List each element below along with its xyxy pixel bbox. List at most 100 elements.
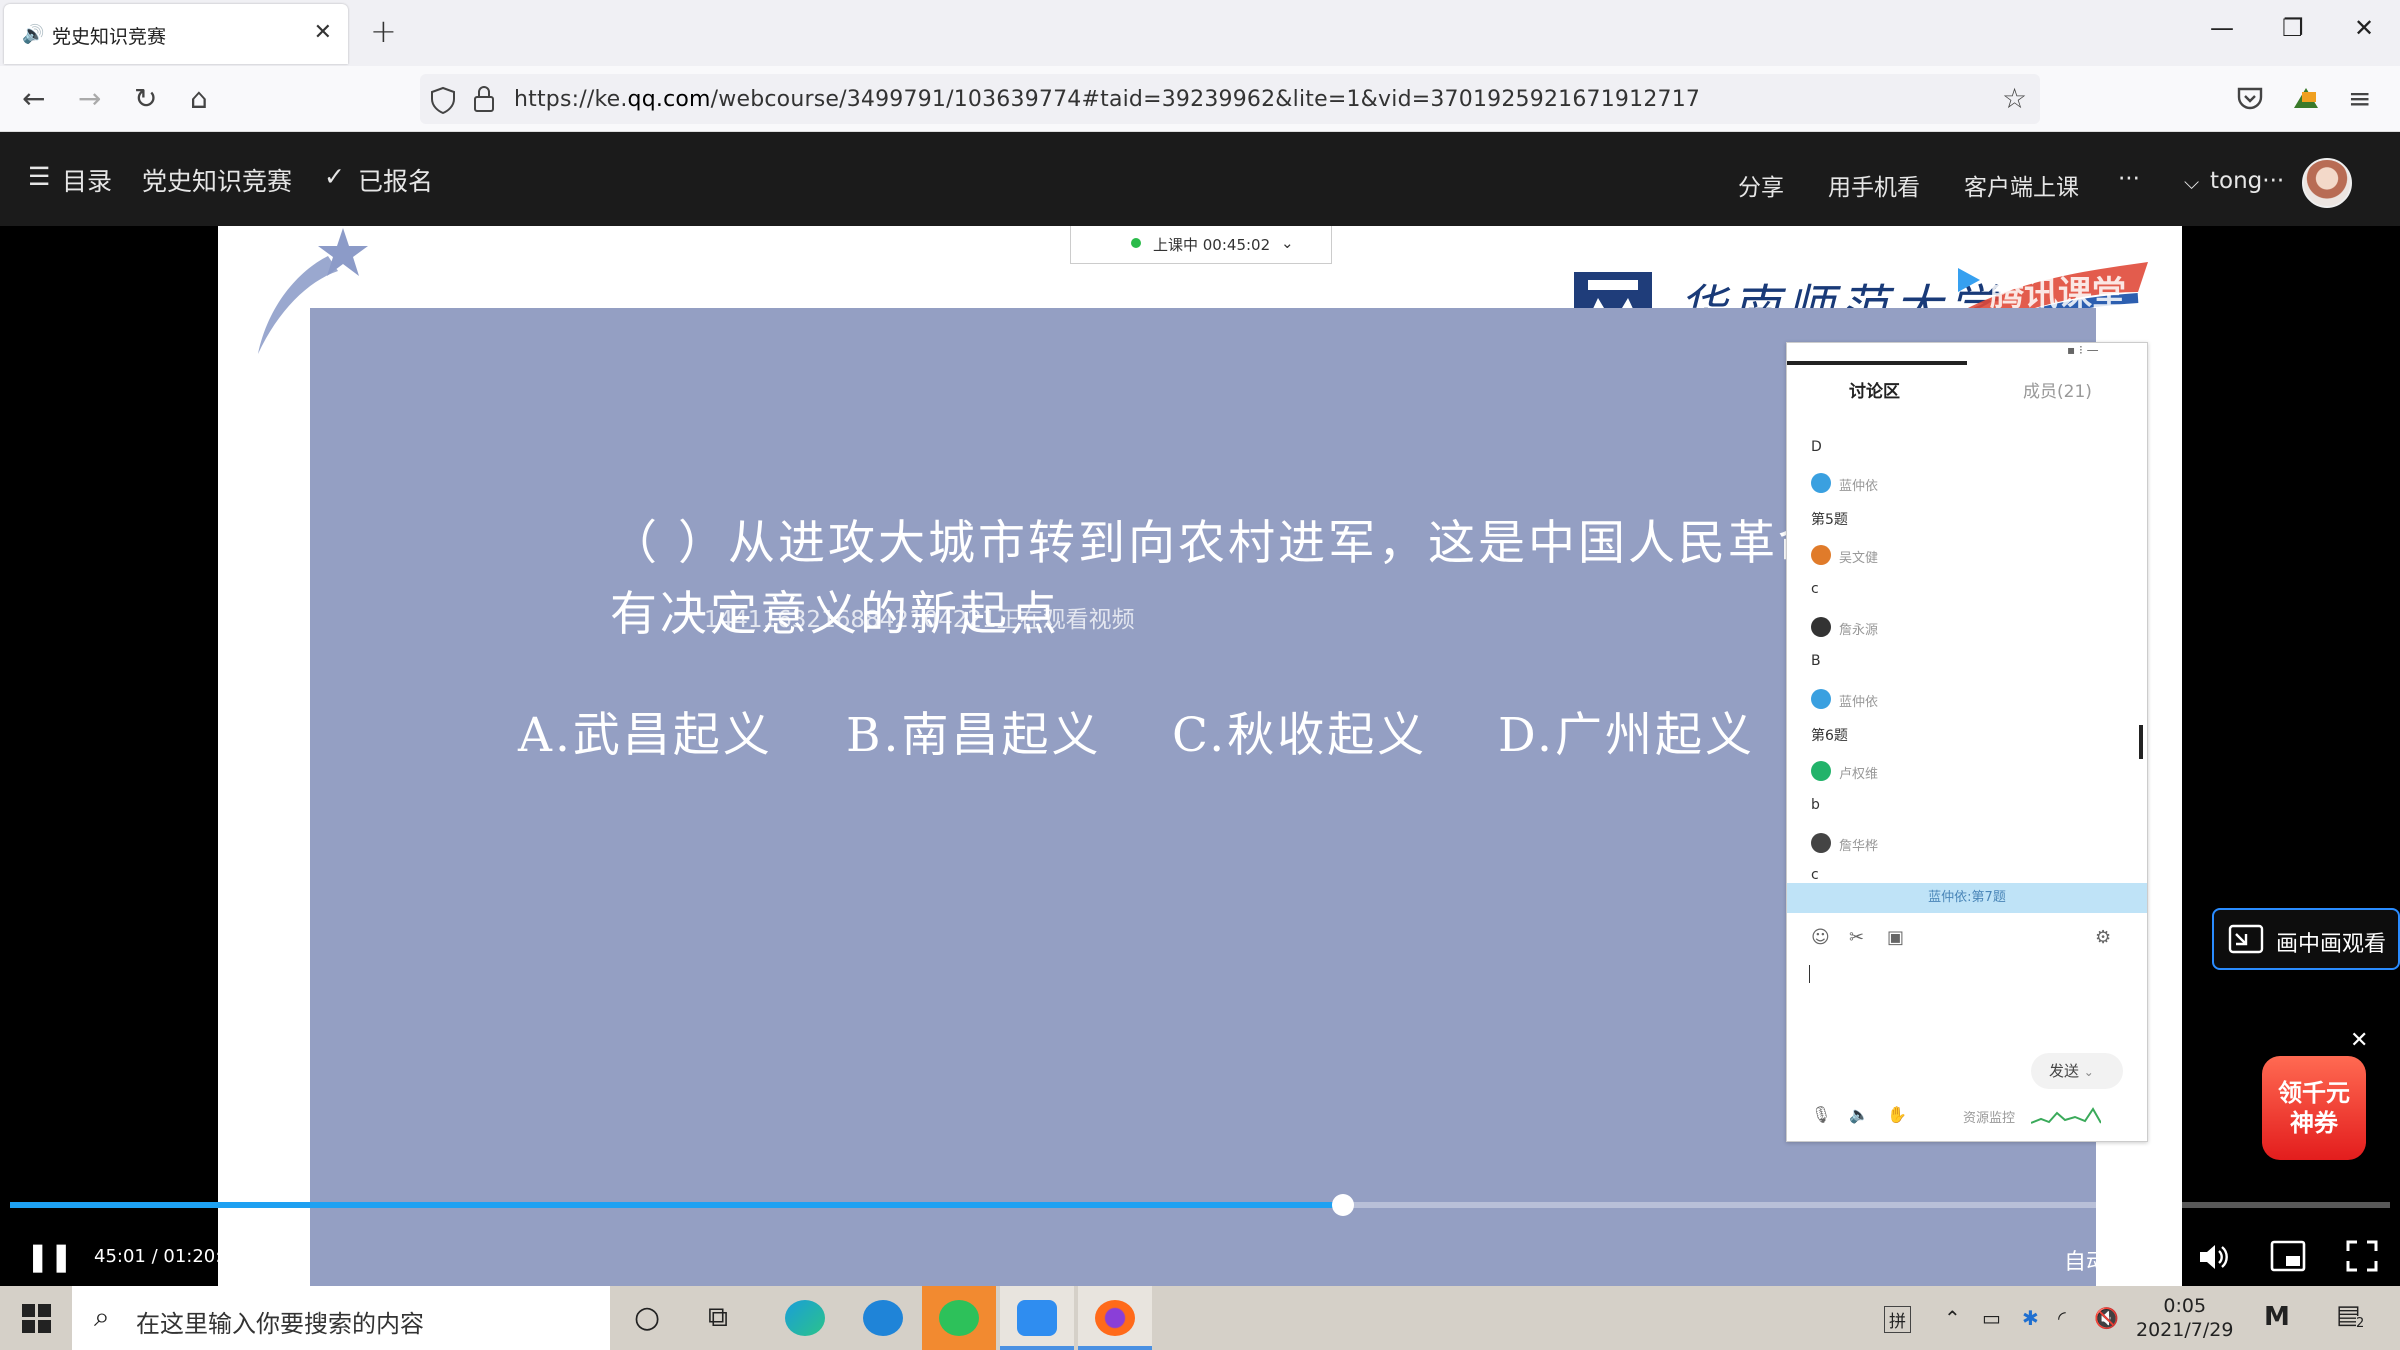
notification-count: 2 <box>2356 1316 2365 1331</box>
close-coupon-icon[interactable]: ✕ <box>2350 1028 2368 1053</box>
restore-icon[interactable]: ❐ <box>2282 14 2304 42</box>
close-window-icon[interactable]: ✕ <box>2354 14 2374 42</box>
microphone-icon[interactable]: 🎙 <box>1811 1105 1831 1124</box>
tab-discussion[interactable]: 讨论区 <box>1849 377 1900 402</box>
taskbar-search-input[interactable]: ⌕ 在这里输入你要搜索的内容 <box>72 1286 610 1350</box>
live-status-pill[interactable]: 上课中 00:45:02 ⌄ <box>1070 226 1332 264</box>
home-icon[interactable]: ⌂ <box>190 82 208 115</box>
wechat-icon <box>939 1300 979 1336</box>
address-bar[interactable]: https://ke.qq.com/webcourse/3499791/1036… <box>420 74 2040 124</box>
share-button[interactable]: 分享 <box>1738 168 1784 202</box>
windows-start-icon[interactable] <box>22 1304 52 1334</box>
minimize-icon[interactable]: — <box>2210 14 2234 42</box>
system-clock[interactable]: 0:05 2021/7/29 <box>2136 1294 2233 1342</box>
chevron-down-icon[interactable]: ⌵ <box>2184 170 2199 194</box>
wechat-app[interactable] <box>922 1286 996 1350</box>
client-class-button[interactable]: 客户端上课 <box>1964 168 2079 202</box>
hamburger-icon[interactable]: ☰ <box>28 162 50 191</box>
tencent-class-app[interactable] <box>1000 1286 1074 1350</box>
mute-icon[interactable]: 🔇 <box>2094 1306 2119 1330</box>
image-icon[interactable]: ▣ <box>1887 927 1904 948</box>
tab-title: 党史知识竞赛 <box>52 26 167 48</box>
volume-icon[interactable] <box>2196 1240 2230 1274</box>
reload-icon[interactable]: ↻ <box>134 82 157 115</box>
mobile-watch-button[interactable]: 用手机看 <box>1828 168 1920 202</box>
chevron-down-icon: ⌄ <box>1281 234 1294 252</box>
chevron-up-icon[interactable]: ⌃ <box>1944 1306 1961 1330</box>
quality-button[interactable]: 自动 <box>2064 1244 2108 1276</box>
message-author: 詹永源 <box>1839 623 1879 638</box>
message-text: c <box>1811 867 1819 883</box>
speaker-icon[interactable]: 🔈 <box>1849 1105 1869 1124</box>
edge-app[interactable] <box>768 1286 842 1350</box>
catalog-link[interactable]: 目录 <box>62 162 112 198</box>
settings-icon[interactable]: ⚙ <box>2095 927 2111 948</box>
wifi-icon[interactable]: ◜ <box>2058 1306 2066 1330</box>
firefox-app[interactable] <box>1078 1286 1152 1350</box>
course-header: ☰ 目录 党史知识竞赛 ✓ 已报名 分享 用手机看 客户端上课 ··· ⌵ to… <box>0 132 2400 226</box>
question-line-1: （ ）从进攻大城市转到向农村进军，这是中国人民革命发展 <box>610 516 1928 571</box>
player-controls: ❚❚ 45:01 / 01:20:42 自动 1x <box>0 1230 2400 1286</box>
url-text: https://ke.qq.com/webcourse/3499791/1036… <box>514 87 1701 112</box>
avatar <box>1811 761 1831 781</box>
tencent-class-icon <box>1017 1300 1057 1336</box>
scrollbar[interactable] <box>2139 725 2143 759</box>
new-tab-icon[interactable]: + <box>370 12 397 50</box>
app-tray-icon[interactable]: Ⅿ <box>2264 1302 2290 1332</box>
message-author: 蓝仲依 <box>1839 695 1879 710</box>
time-display: 45:01 / 01:20:42 <box>94 1246 245 1267</box>
message-input[interactable] <box>1809 959 2109 1039</box>
pause-icon[interactable]: ❚❚ <box>26 1240 73 1273</box>
menu-icon[interactable]: ≡ <box>2348 82 2371 115</box>
more-button[interactable]: ··· <box>2118 166 2140 192</box>
forward-icon[interactable]: → <box>78 82 101 115</box>
scissors-icon[interactable]: ✂ <box>1849 927 1864 948</box>
progress-bar[interactable] <box>10 1194 2390 1216</box>
pin-icon[interactable]: ▪ ⁝ — <box>2067 343 2099 357</box>
pocket-icon[interactable] <box>2236 84 2264 112</box>
user-name[interactable]: tong··· <box>2210 168 2284 194</box>
option-c: C.秋收起义 <box>1172 708 1428 763</box>
cortana-icon[interactable]: ○ <box>634 1300 660 1335</box>
battery-icon[interactable]: ▭ <box>1982 1306 2001 1330</box>
task-view-icon[interactable]: ⧉ <box>708 1300 728 1334</box>
video-player[interactable]: 上课中 00:45:02 ⌄ 华南师范大学 腾讯课堂 （ ）从进攻大城市转到向农… <box>0 226 2400 1286</box>
coupon-badge[interactable]: 领千元 神券 <box>2262 1056 2366 1160</box>
tab-members[interactable]: 成员(21) <box>2023 377 2092 402</box>
discussion-panel: ▪ ⁝ — 讨论区 成员(21) D 蓝仲依 第5题 吴文健 c 詹永源 B 蓝… <box>1786 342 2148 1142</box>
widescreen-icon[interactable] <box>2270 1240 2306 1272</box>
resource-monitor-label[interactable]: 资源监控 <box>1963 1107 2015 1126</box>
shield-icon <box>431 86 455 114</box>
fullscreen-icon[interactable] <box>2346 1240 2378 1272</box>
avatar[interactable] <box>2302 158 2352 208</box>
message-author: 詹华桦 <box>1839 839 1879 854</box>
send-button[interactable]: 发送 ⌄ <box>2031 1053 2123 1089</box>
viewer-watermark: 14411632168842104221正在观看视频 <box>704 607 1135 633</box>
lock-icon <box>474 86 494 112</box>
avatar <box>1811 473 1831 493</box>
speaker-icon[interactable]: 🔊 <box>22 24 44 45</box>
close-tab-icon[interactable]: ✕ <box>314 20 332 45</box>
ime-indicator[interactable]: 拼 <box>1884 1306 1911 1333</box>
message-text: 第6题 <box>1811 728 1848 744</box>
progress-fill <box>10 1202 1343 1208</box>
option-d: D.广州起义 <box>1498 708 1755 763</box>
browser-nav-bar: ← → ↻ ⌂ https://ke.qq.com/webcourse/3499… <box>0 66 2400 132</box>
speed-button[interactable]: 1x <box>2136 1244 2163 1269</box>
progress-handle[interactable] <box>1331 1194 1354 1216</box>
bookmark-star-icon[interactable]: ☆ <box>2002 82 2027 115</box>
back-icon[interactable]: ← <box>22 82 45 115</box>
emoji-icon[interactable]: ☺ <box>1811 927 1830 948</box>
extension-icon[interactable] <box>2290 82 2322 114</box>
enrolled-label: 已报名 <box>358 167 434 196</box>
ie-app[interactable] <box>846 1286 920 1350</box>
message-text: b <box>1811 797 1820 813</box>
highlighted-message: 蓝仲依:第7题 <box>1787 883 2147 913</box>
slide-frame: 上课中 00:45:02 ⌄ 华南师范大学 腾讯课堂 （ ）从进攻大城市转到向农… <box>218 226 2182 1286</box>
message-author: 吴文健 <box>1839 551 1879 566</box>
hand-icon[interactable]: ✋ <box>1887 1105 1907 1124</box>
picture-in-picture-button[interactable]: 画中画观看 <box>2212 908 2400 970</box>
browser-tab[interactable]: 🔊 党史知识竞赛 ✕ <box>4 4 348 64</box>
windows-taskbar: ⌕ 在这里输入你要搜索的内容 ○ ⧉ 拼 ⌃ ▭ ✱ ◜ 🔇 0:05 2021… <box>0 1286 2400 1350</box>
bluetooth-icon[interactable]: ✱ <box>2022 1306 2039 1330</box>
